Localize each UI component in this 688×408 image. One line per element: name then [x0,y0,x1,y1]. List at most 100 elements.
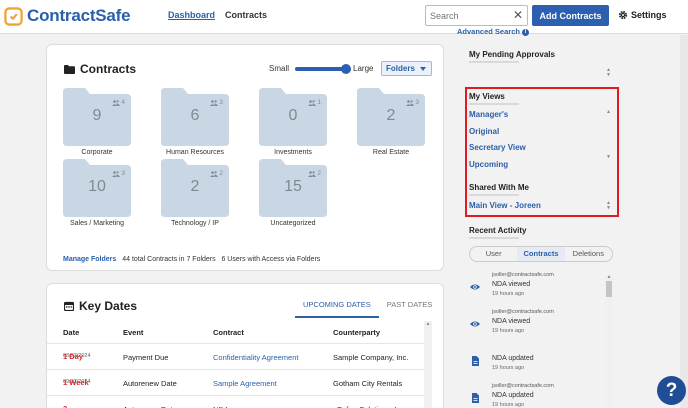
folder-count: 9 [92,107,102,124]
table-row[interactable]: 1 Day 08/23/2024 Payment Due Confidentialit… [47,343,427,369]
table-row[interactable]: 2 WeeksAutorenew DateNDAePolicy Solution… [47,395,427,408]
logo-text: ContractSafe [27,6,131,25]
users-icon [112,170,121,177]
folder-card[interactable]: 32 [357,88,425,146]
clear-search-icon[interactable]: ✕ [513,8,523,22]
due-label: 1 Day [63,352,84,361]
activity-item[interactable]: jsoller@contractsafe.com NDA viewed 19 hou… [468,309,604,341]
shared-users: 2 [210,170,223,177]
eye-icon [470,321,480,327]
view-item-secretary-view[interactable]: Secretary View [469,143,526,152]
advanced-search-label: Advanced Search [457,27,520,36]
document-icon [472,393,479,403]
folder-card[interactable]: 36 [161,88,229,146]
contractsafe-logo-icon [4,6,23,26]
chevron-down-icon [420,67,426,71]
activity-item[interactable]: jsoller@contractsafe.com NDA viewed 19 hou… [468,272,604,304]
folder-icon [64,64,75,74]
logo[interactable]: ContractSafe [4,6,131,26]
table-scrollbar[interactable]: ▲ [424,321,432,408]
counterparty: Gotham City Rentals [333,379,403,388]
pending-scrollbar[interactable]: ▲ ▼ [606,68,611,78]
activity-item[interactable]: jsoller@contractsafe.com NDA updated 19 ho… [468,383,604,408]
shared-users: 3 [406,99,419,106]
folder-card[interactable]: 10 [259,88,327,146]
scroll-thumb[interactable] [606,281,612,297]
users-icon [308,99,317,106]
view-item-upcoming[interactable]: Upcoming [469,160,508,169]
shared-users: 2 [308,170,321,177]
folder-count: 0 [288,107,298,124]
shared-count: 3 [219,99,223,106]
scroll-up-icon[interactable]: ▲ [424,321,432,327]
shared-users: 4 [112,99,125,106]
segment-user[interactable]: User [470,247,517,261]
advanced-search-link[interactable]: Advanced Search i [457,27,529,36]
activity-message: NDA updated [492,355,534,362]
folder-card[interactable]: 2 15 [259,159,327,217]
activity-user: jsoller@contractsafe.com [492,272,554,278]
views-scrollbar[interactable]: ▲ ▼ [606,110,611,168]
scroll-up-icon[interactable]: ▲ [605,274,613,280]
activity-user: jsoller@contractsafe.com [492,309,554,315]
info-icon: i [521,29,529,36]
size-control: Small Large [269,63,373,74]
folder-name[interactable]: Sales / Marketing [47,220,147,227]
view-item-original[interactable]: Original [469,127,499,136]
shared-count: 2 [219,170,223,177]
view-item-managers[interactable]: Manager's [469,110,508,119]
activity-filter: User Contracts Deletions [469,246,613,262]
column-header: Counterparty [333,328,381,337]
top-bar: ContractSafe Dashboard Contracts ✕ Advan… [0,0,688,36]
folder-name[interactable]: Technology / IP [145,220,245,227]
activity-scrollbar[interactable]: ▲ [605,274,613,408]
view-select-value: Folders [386,64,415,73]
nav-contracts[interactable]: Contracts [225,10,267,20]
due-label: 2 Weeks [63,404,87,408]
activity-item[interactable]: NDA updated 19 hours ago [468,346,604,378]
folder-name[interactable]: Real Estate [341,149,441,156]
folder-count: 2 [386,107,396,124]
tab-past-dates[interactable]: PAST DATES [379,298,440,318]
main-nav: Dashboard Contracts [168,10,267,20]
title-underline [469,237,519,239]
size-slider-handle[interactable] [341,63,352,74]
help-button[interactable]: ? [657,376,686,405]
table-row[interactable]: 1 Week 09/02/2024 Autorenew Date Sample Agr… [47,369,427,395]
activity-user: jsoller@contractsafe.com [492,383,554,389]
segment-deletions[interactable]: Deletions [565,247,612,261]
folder-card[interactable]: 22 [161,159,229,217]
shared-view-main-joreen[interactable]: Main View - Joreen [469,201,541,210]
key-dates-title: Key Dates [64,299,137,313]
shared-scrollbar[interactable]: ▲ ▼ [606,201,611,211]
search-input[interactable] [426,6,506,25]
contract-link[interactable]: Sample Agreement [213,379,277,388]
settings-button[interactable]: Settings [618,10,667,20]
column-header: Date [63,328,80,337]
folder-card[interactable]: 49 [63,88,131,146]
size-slider[interactable] [295,63,352,74]
page-scrollbar[interactable] [680,35,688,408]
add-contracts-button[interactable]: Add Contracts [532,5,609,26]
users-icon [308,170,317,177]
contract-link[interactable]: Confidentiality Agreement [213,353,298,362]
folder-card[interactable]: 3 10 [63,159,131,217]
segment-contracts[interactable]: Contracts [517,247,565,261]
contracts-title-label: Contracts [80,62,137,76]
folder-name[interactable]: Corporate [47,149,147,156]
activity-message: NDA updated [492,392,534,399]
nav-dashboard[interactable]: Dashboard [168,10,215,20]
column-header: Contract [213,328,244,337]
view-select[interactable]: Folders [381,61,432,76]
shared-users: 3 [210,99,223,106]
folder-name[interactable]: Uncategorized [243,220,343,227]
folder-name[interactable]: Human Resources [145,149,245,156]
shared-count: 3 [121,170,125,177]
manage-folders-link[interactable]: Manage Folders [63,256,116,263]
key-dates-card: Key Dates UPCOMING DATES PAST DATES Date… [46,283,444,408]
tab-upcoming-dates[interactable]: UPCOMING DATES [295,298,379,318]
users-icon [406,99,415,106]
users-icon [112,99,121,106]
folder-name[interactable]: Investments [243,149,343,156]
activity-message: NDA viewed [492,318,531,325]
